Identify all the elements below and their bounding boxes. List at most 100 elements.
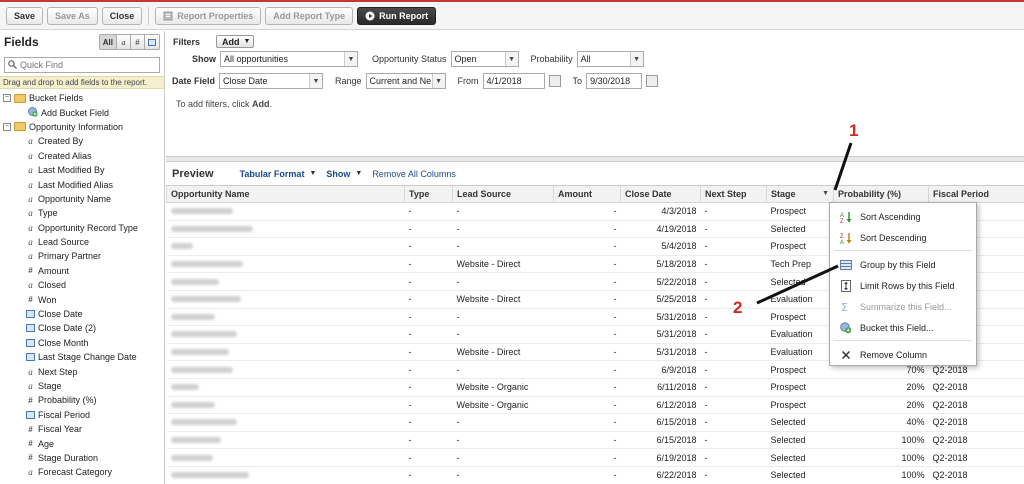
add-filter-button[interactable]: Add ▼ [216,35,255,48]
field-item[interactable]: Fiscal Period [0,408,164,422]
field-item[interactable]: a Forecast Category [0,465,164,479]
column-header[interactable]: Type [404,185,453,203]
remove-all-columns-link[interactable]: Remove All Columns [372,169,456,179]
column-header[interactable]: Stage ▼ [766,185,834,203]
field-item[interactable]: a Opportunity Name [0,192,164,206]
close-icon [840,349,852,361]
field-item[interactable]: Close Date [0,307,164,321]
field-item[interactable]: Last Stage Change Date [0,350,164,364]
menu-item[interactable]: Limit Rows by this Field [830,275,976,296]
table-cell-stage: Selected [766,448,834,467]
collapse-icon[interactable]: − [3,122,11,131]
opportunity-information-folder[interactable]: − Opportunity Information [0,120,164,134]
field-item[interactable]: a Created Alias [0,149,164,163]
opportunity-name-cell[interactable] [166,220,405,239]
table-cell-type: - [404,202,453,221]
opportunity-name-cell[interactable] [166,396,405,415]
opportunity-name-cell[interactable] [166,290,405,309]
table-cell-close: 6/15/2018 [620,431,701,450]
menu-item-label: Limit Rows by this Field [860,280,955,291]
column-header[interactable]: Probability (%) [833,185,929,203]
date-field-select[interactable]: Close Date ▼ [219,73,324,89]
save-button[interactable]: Save [6,6,44,25]
table-cell-stage: Prospect [766,202,834,221]
calendar-icon[interactable] [548,75,561,87]
column-header[interactable]: Next Step [700,185,767,203]
show-dropdown[interactable]: Show ▼ [326,169,362,179]
opportunity-name-cell[interactable] [166,431,405,450]
to-date-input[interactable]: 9/30/2018 [586,73,643,89]
tab-text-fields[interactable]: a [116,35,130,49]
column-header[interactable]: Close Date [620,185,701,203]
field-item[interactable]: # Age [0,436,164,450]
opportunity-name-cell[interactable] [166,413,405,432]
opportunity-name-cell[interactable] [166,255,405,274]
number-field-icon: # [28,295,33,305]
tab-date-fields[interactable] [144,35,159,49]
menu-item[interactable]: Z A Sort Descending [830,227,976,248]
report-format-dropdown[interactable]: Tabular Format ▼ [240,169,317,179]
column-header[interactable]: Fiscal Period [928,185,1024,203]
add-bucket-field[interactable]: Add Bucket Field [0,105,164,119]
text-field-icon: a [28,150,33,161]
run-report-button[interactable]: Run Report [357,6,437,25]
opportunity-name-cell[interactable] [166,466,405,484]
menu-item[interactable]: Group by this Field [830,254,976,275]
report-properties-button[interactable]: Report Properties [155,6,262,25]
field-item[interactable]: Close Month [0,336,164,350]
field-item[interactable]: a Opportunity Record Type [0,221,164,235]
field-item[interactable]: a Last Modified By [0,163,164,177]
column-header[interactable]: Opportunity Name [166,185,405,203]
field-item[interactable]: # Amount [0,264,164,278]
field-item[interactable]: a Last Modified Alias [0,177,164,191]
field-item[interactable]: a Lead Source [0,235,164,249]
field-item[interactable]: # Won [0,292,164,306]
table-cell-close: 5/31/2018 [620,343,701,362]
range-select[interactable]: Current and Ne ▼ [365,73,446,89]
menu-item[interactable]: Remove Column [830,344,976,365]
from-date-input[interactable]: 4/1/2018 [482,73,545,89]
field-item[interactable]: # Probability (%) [0,393,164,407]
probability-select[interactable]: All ▼ [576,51,644,67]
menu-item[interactable]: A Z Sort Ascending [830,206,976,227]
opportunity-name-cell[interactable] [166,272,405,291]
opportunity-name-cell[interactable] [166,325,405,344]
text-field-icon: a [28,280,33,291]
field-item[interactable]: a Next Step [0,364,164,378]
field-item[interactable]: # Stage Duration [0,451,164,465]
collapse-icon[interactable]: − [3,94,11,103]
tab-number-fields[interactable]: # [130,35,144,49]
close-button[interactable]: Close [101,6,143,25]
calendar-icon[interactable] [646,75,659,87]
column-header[interactable]: Amount [553,185,621,203]
calendar-icon [148,38,156,46]
opportunity-name-cell[interactable] [166,378,405,397]
field-item[interactable]: a Type [0,206,164,220]
menu-item[interactable]: Bucket this Field... [830,317,976,338]
tab-all-fields[interactable]: All [99,35,116,49]
add-report-type-button[interactable]: Add Report Type [265,6,354,25]
table-cell-amount: - [553,202,621,221]
text-field-icon: a [28,165,33,176]
opportunity-name-cell[interactable] [166,360,405,379]
opportunity-name-cell[interactable] [166,237,405,256]
opportunity-name-cell[interactable] [166,202,405,221]
column-header[interactable]: Lead Source [452,185,554,203]
opportunity-name-cell[interactable] [166,448,405,467]
field-item[interactable]: a Created By [0,134,164,148]
filters-panel: Filters Add ▼ Show All opportunities ▼ Op… [166,31,1024,157]
opportunity-status-select[interactable]: Open ▼ [450,51,519,67]
opportunity-name-cell[interactable] [166,308,405,327]
chevron-down-icon: ▼ [344,52,357,66]
bucket-fields-folder[interactable]: − Bucket Fields [0,91,164,105]
field-item[interactable]: a Stage [0,379,164,393]
field-item[interactable]: # Fiscal Year [0,422,164,436]
quick-find-input[interactable] [20,60,150,70]
field-item[interactable]: Close Date (2) [0,321,164,335]
field-item[interactable]: a Primary Partner [0,249,164,263]
opportunity-name-cell[interactable] [166,343,405,362]
column-menu-chevron-icon[interactable]: ▼ [822,190,829,197]
show-select[interactable]: All opportunities ▼ [220,51,358,67]
field-item[interactable]: a Closed [0,278,164,292]
save-as-button[interactable]: Save As [47,6,98,25]
